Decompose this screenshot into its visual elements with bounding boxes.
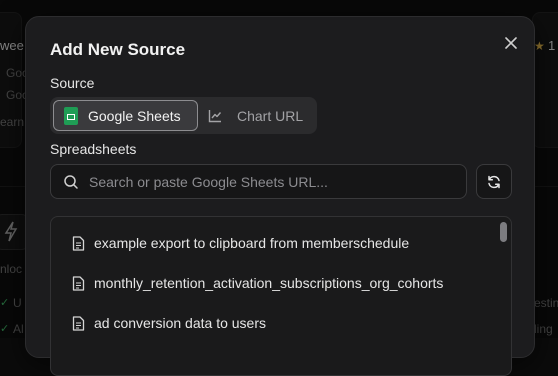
source-label: Source: [50, 75, 95, 91]
source-type-selector: Google Sheets Chart URL: [50, 97, 317, 134]
line-chart-icon: [208, 109, 222, 122]
spreadsheet-item[interactable]: example export to clipboard from members…: [51, 223, 491, 263]
document-icon: [72, 275, 85, 291]
spreadsheet-name: example export to clipboard from members…: [94, 235, 410, 251]
google-sheets-icon: [64, 106, 78, 125]
modal-title: Add New Source: [50, 40, 186, 59]
source-option-chart-url[interactable]: Chart URL: [203, 100, 313, 131]
search-icon: [63, 174, 79, 190]
scrollbar-thumb[interactable]: [500, 222, 507, 242]
source-option-label: Google Sheets: [88, 107, 181, 124]
document-icon: [72, 235, 85, 251]
spreadsheet-list[interactable]: example export to clipboard from members…: [50, 216, 512, 376]
source-option-label: Chart URL: [237, 107, 304, 124]
close-icon: [505, 37, 517, 49]
document-icon: [72, 315, 85, 331]
source-option-google-sheets[interactable]: Google Sheets: [53, 100, 198, 131]
scrollbar[interactable]: [497, 217, 511, 375]
spreadsheet-item[interactable]: ad conversion data to users: [51, 303, 491, 343]
search-field[interactable]: [50, 164, 467, 199]
close-button[interactable]: [500, 32, 522, 54]
spreadsheet-name: monthly_retention_activation_subscriptio…: [94, 275, 444, 291]
spreadsheet-name: ad conversion data to users: [94, 315, 266, 331]
add-source-modal: Add New Source Source Google Sheets Char…: [25, 16, 535, 376]
spreadsheet-item[interactable]: monthly_retention_activation_subscriptio…: [51, 263, 491, 303]
refresh-button[interactable]: [476, 164, 512, 199]
search-input[interactable]: [89, 173, 466, 190]
refresh-icon: [488, 175, 500, 188]
spreadsheets-label: Spreadsheets: [50, 141, 137, 157]
